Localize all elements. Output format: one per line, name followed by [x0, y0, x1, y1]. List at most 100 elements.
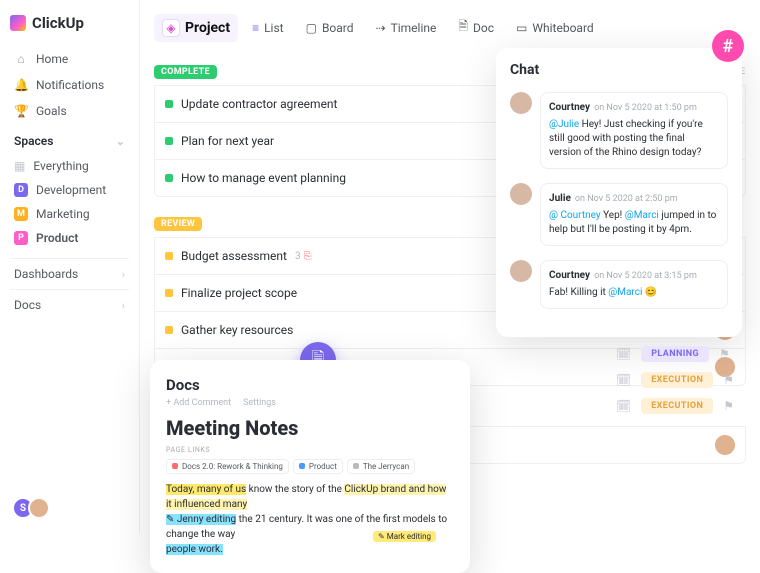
task-title: Update contractor agreement	[181, 97, 337, 111]
link-dot	[353, 463, 359, 469]
tag-execution[interactable]: EXECUTION	[641, 372, 713, 388]
trophy-icon: 🏆	[14, 104, 28, 118]
meta-row: 🗓 PLANNING ⚑	[616, 346, 734, 362]
whiteboard-icon: ▭	[516, 21, 527, 35]
status-square	[165, 289, 173, 297]
flag-icon[interactable]: ⚑	[723, 373, 734, 387]
task-title: Budget assessment	[181, 249, 287, 263]
nav-goals[interactable]: 🏆Goals	[10, 98, 129, 124]
task-title: How to manage event planning	[181, 171, 346, 185]
page-link[interactable]: Docs 2.0: Rework & Thinking	[166, 459, 289, 474]
view-board[interactable]: ▢Board	[298, 16, 362, 40]
chat-title: Chat	[510, 62, 728, 78]
logo-icon	[10, 15, 26, 31]
space-everything[interactable]: ▦Everything	[10, 154, 129, 178]
chevron-down-icon: ⌄	[116, 135, 125, 148]
message-time: on Nov 5 2020 at 2:50 pm	[575, 194, 678, 204]
mention[interactable]: @ Courtney	[549, 210, 601, 221]
sidebar: ClickUp ⌂Home 🔔Notifications 🏆Goals Spac…	[0, 0, 140, 533]
message-time: on Nov 5 2020 at 1:50 pm	[594, 103, 697, 113]
docs-panel: Docs + Add Comment Settings Meeting Note…	[150, 360, 470, 573]
page-link[interactable]: The Jerrycan	[347, 459, 415, 474]
status-pill[interactable]: COMPLETE	[154, 65, 217, 79]
chat-message: Courtneyon Nov 5 2020 at 3:15 pmFab! Kil…	[510, 260, 728, 309]
flag-icon[interactable]: ⚑	[719, 347, 730, 361]
meta-row: 🗓 EXECUTION ⚑	[616, 372, 734, 388]
docs-body[interactable]: Today, many of us know the story of the …	[166, 482, 454, 557]
meta-row: 🗓 EXECUTION ⚑	[616, 398, 734, 414]
link-dot	[299, 463, 305, 469]
tag-execution[interactable]: EXECUTION	[641, 398, 713, 414]
message-body: Courtneyon Nov 5 2020 at 3:15 pmFab! Kil…	[540, 260, 728, 309]
message-author: Julie	[549, 193, 571, 204]
task-title: Gather key resources	[181, 323, 293, 337]
avatar[interactable]	[510, 92, 532, 114]
user-avatars[interactable]: S	[12, 497, 44, 519]
home-icon: ⌂	[14, 52, 28, 66]
bell-icon: 🔔	[14, 78, 28, 92]
grid-icon: ▦	[14, 159, 25, 173]
status-square	[165, 174, 173, 182]
avatar[interactable]	[510, 183, 532, 205]
space-label: Development	[36, 183, 106, 197]
assignee-avatar[interactable]	[715, 435, 735, 455]
status-square	[165, 100, 173, 108]
space-item[interactable]: D Development	[10, 178, 129, 202]
chat-message: Julieon Nov 5 2020 at 2:50 pm@ Courtney …	[510, 183, 728, 246]
message-author: Courtney	[549, 270, 590, 281]
space-badge: D	[14, 183, 28, 197]
space-badge: P	[14, 231, 28, 245]
avatar[interactable]	[28, 497, 50, 519]
status-pill[interactable]: REVIEW	[154, 217, 202, 231]
view-list[interactable]: ≡List	[244, 16, 292, 40]
tag-planning[interactable]: PLANNING	[641, 346, 709, 362]
chat-panel: # Chat Courtneyon Nov 5 2020 at 1:50 pm@…	[496, 48, 742, 337]
brand-name: ClickUp	[32, 14, 84, 32]
space-badge: M	[14, 207, 28, 221]
nav-home[interactable]: ⌂Home	[10, 46, 129, 72]
mention[interactable]: @Marci	[608, 287, 642, 298]
view-timeline[interactable]: ⇢Timeline	[368, 16, 445, 40]
page-links-label: PAGE LINKS	[166, 446, 454, 454]
space-item[interactable]: P Product	[10, 226, 129, 250]
view-doc[interactable]: 🗎Doc	[450, 12, 502, 43]
link-dot	[172, 463, 178, 469]
docs-title: Docs	[166, 376, 454, 394]
view-project[interactable]: ◈Project	[154, 14, 238, 42]
spaces-header[interactable]: Spaces ⌄	[10, 124, 129, 154]
flag-icon[interactable]: ⚑	[723, 399, 734, 413]
subtask-count[interactable]: 3 ⎘	[295, 251, 312, 262]
message-time: on Nov 5 2020 at 3:15 pm	[594, 271, 697, 281]
calendar-icon[interactable]: 🗓	[616, 399, 631, 413]
sidebar-docs[interactable]: Docs›	[10, 289, 129, 320]
cube-icon: ◈	[162, 19, 180, 37]
message-author: Courtney	[549, 102, 590, 113]
mention[interactable]: @Julie	[549, 119, 579, 130]
timeline-icon: ⇢	[376, 21, 386, 35]
avatar[interactable]	[510, 260, 532, 282]
chevron-right-icon: ›	[122, 268, 125, 281]
chevron-right-icon: ›	[122, 299, 125, 312]
view-whiteboard[interactable]: ▭Whiteboard	[508, 16, 602, 40]
message-body: Julieon Nov 5 2020 at 2:50 pm@ Courtney …	[540, 183, 728, 246]
sidebar-dashboards[interactable]: Dashboards›	[10, 258, 129, 289]
mention[interactable]: @Marci	[625, 210, 659, 221]
add-comment-link[interactable]: + Add Comment	[166, 398, 231, 408]
calendar-icon[interactable]: 🗓	[616, 347, 631, 361]
space-item[interactable]: MMarketing	[10, 202, 129, 226]
page-link[interactable]: Product	[293, 459, 343, 474]
task-title: Finalize project scope	[181, 286, 297, 300]
logo[interactable]: ClickUp	[10, 14, 129, 32]
doc-icon: 🗎	[458, 17, 468, 38]
status-square	[165, 326, 173, 334]
board-icon: ▢	[306, 21, 317, 35]
settings-link[interactable]: Settings	[243, 398, 276, 408]
docs-heading: Meeting Notes	[166, 416, 454, 440]
hash-icon[interactable]: #	[712, 30, 744, 62]
calendar-icon[interactable]: 🗓	[616, 373, 631, 387]
view-tabs: ◈Project ≡List ▢Board ⇢Timeline 🗎Doc ▭Wh…	[140, 0, 760, 55]
nav-notifications[interactable]: 🔔Notifications	[10, 72, 129, 98]
space-label: Product	[36, 231, 78, 245]
task-meta-column: 🗓 PLANNING ⚑ 🗓 EXECUTION ⚑ 🗓 EXECUTION ⚑	[616, 346, 734, 414]
chat-message: Courtneyon Nov 5 2020 at 1:50 pm@Julie H…	[510, 92, 728, 169]
